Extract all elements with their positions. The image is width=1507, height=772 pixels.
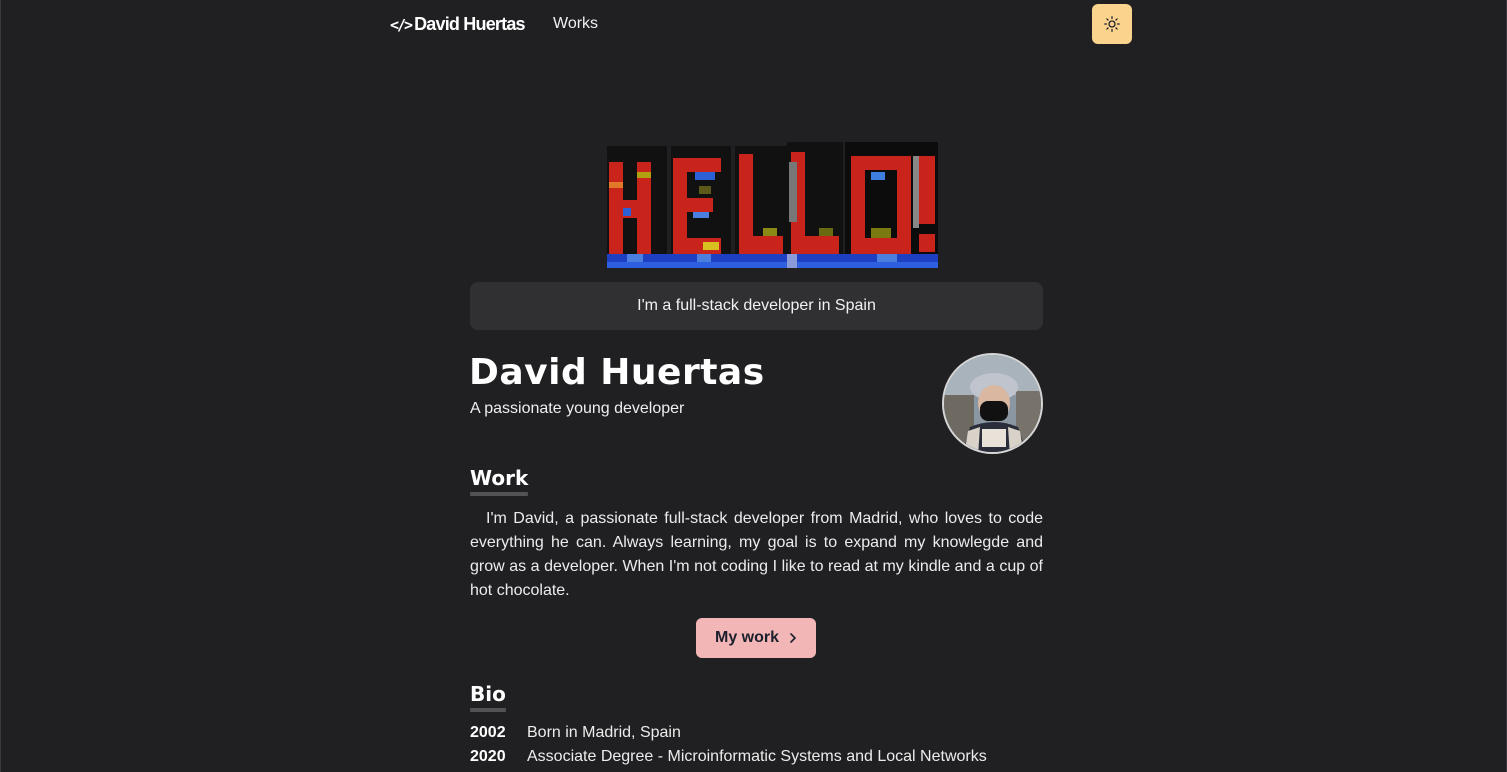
profile-subtitle: A passionate young developer [470,400,685,417]
bio-item: 2020 Associate Degree - Microinformatic … [470,748,987,766]
work-paragraph: I'm David, a passionate full-stack devel… [470,510,1043,599]
logo-text: David Huertas [414,14,525,34]
profile-name: David Huertas [469,352,765,393]
navbar: </> David Huertas Works [388,0,1134,50]
section-heading-bio: Bio [470,682,506,712]
sun-icon [1104,16,1120,32]
section-heading-work: Work [470,466,528,496]
my-work-button-label: My work [714,629,779,646]
hello-pixel-art-image [607,142,938,268]
avatar [942,353,1043,454]
avatar-image [944,355,1041,452]
code-icon: </> [390,15,413,34]
bio-year: 2020 [470,748,506,765]
logo-link[interactable]: </> David Huertas [390,14,526,35]
bio-text: Born in Madrid, Spain [527,724,681,741]
hello-pixel-art [607,142,938,270]
bio-year: 2002 [470,724,506,741]
tagline-box: I'm a full-stack developer in Spain [470,282,1043,330]
bio-text: Associate Degree - Microinformatic Syste… [527,748,987,765]
nav-link-works[interactable]: Works [553,15,598,33]
theme-toggle-button[interactable] [1092,4,1132,44]
chevron-right-icon [790,633,796,643]
my-work-button[interactable]: My work [696,618,816,658]
bio-item: 2002 Born in Madrid, Spain [470,724,681,742]
